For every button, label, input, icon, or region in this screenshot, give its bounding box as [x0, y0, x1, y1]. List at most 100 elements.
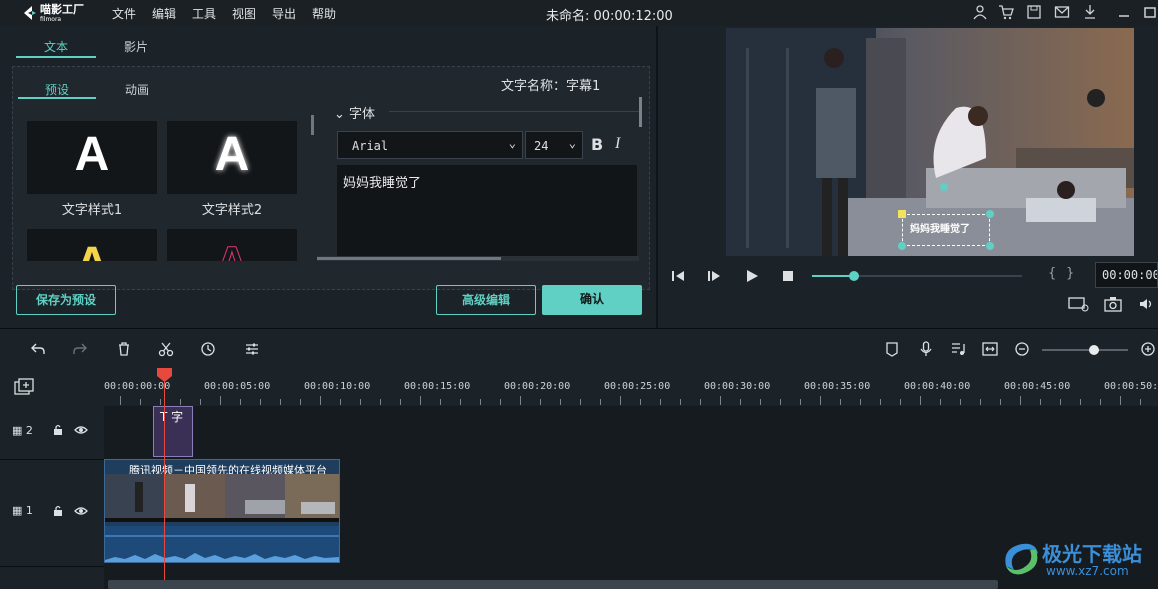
delete-icon[interactable]	[116, 341, 132, 357]
timeline-scrollbar[interactable]	[108, 580, 998, 589]
maximize-icon[interactable]	[1142, 4, 1158, 20]
text-style-label-1: 文字样式1	[61, 203, 123, 218]
zoom-out-icon[interactable]	[1014, 341, 1030, 357]
audio-waveform	[105, 526, 339, 562]
resize-handle[interactable]	[986, 210, 994, 218]
text-style-card-4[interactable]: A	[167, 229, 297, 261]
fit-timeline-icon[interactable]	[982, 341, 998, 357]
download-icon[interactable]	[1082, 4, 1098, 20]
prev-frame-icon[interactable]	[670, 268, 686, 284]
marker-icon[interactable]	[884, 341, 900, 357]
zoom-slider-track[interactable]	[1042, 349, 1128, 351]
subtab-preset[interactable]: 预设	[45, 81, 69, 98]
minimize-icon[interactable]	[1116, 4, 1132, 20]
film-icon: ▦	[12, 504, 23, 517]
user-icon[interactable]	[972, 4, 988, 20]
mark-out-button[interactable]: }	[1066, 266, 1074, 281]
text-style-card-3[interactable]: A	[27, 229, 157, 261]
text-content-input[interactable]: 妈妈我睡觉了	[337, 165, 637, 257]
playhead-line[interactable]	[164, 368, 165, 580]
lock-icon[interactable]	[52, 424, 64, 436]
ruler-tick	[1100, 399, 1101, 405]
menu-export[interactable]: 导出	[272, 5, 296, 22]
stop-icon[interactable]	[780, 268, 796, 284]
bold-button[interactable]: B	[591, 135, 603, 154]
menu-file[interactable]: 文件	[112, 5, 136, 22]
ruler-tick	[460, 399, 461, 405]
ruler-tick	[120, 396, 121, 405]
menu-tools[interactable]: 工具	[192, 5, 216, 22]
microphone-icon[interactable]	[918, 341, 934, 357]
lock-icon[interactable]	[52, 505, 64, 517]
waveform-graphic	[105, 553, 339, 562]
ruler-tick	[820, 396, 821, 405]
resize-handle[interactable]	[898, 210, 906, 218]
eye-icon[interactable]	[74, 505, 88, 517]
volume-icon[interactable]	[1138, 296, 1156, 312]
text-style-card-1[interactable]: A	[27, 121, 157, 194]
video-clip[interactable]: 腾讯视频－中国领先的在线视频媒体平台	[104, 459, 340, 563]
snapshot-icon[interactable]	[1104, 296, 1122, 312]
font-size-select[interactable]: 24 ⌄	[525, 131, 583, 159]
text-style-label-2: 文字样式2	[201, 203, 263, 218]
ruler-tick	[1080, 399, 1081, 405]
resize-handle[interactable]	[986, 242, 994, 250]
tab-movie[interactable]: 影片	[124, 38, 148, 55]
ruler-tick	[880, 399, 881, 405]
confirm-button[interactable]: 确认	[542, 285, 642, 315]
ruler-tick	[140, 399, 141, 405]
next-frame-icon[interactable]	[706, 268, 722, 284]
ruler-tick-label: 00:00:20:00	[504, 381, 571, 392]
rotate-handle[interactable]	[940, 183, 948, 191]
track-number: 1	[25, 504, 33, 517]
playhead-handle[interactable]	[157, 368, 172, 382]
play-icon[interactable]	[744, 268, 760, 284]
ruler-tick	[700, 399, 701, 405]
subtab-animation[interactable]: 动画	[125, 81, 149, 98]
ruler-tick-label: 00:00:35:00	[804, 381, 871, 392]
zoom-slider-knob[interactable]	[1088, 345, 1099, 355]
ruler-tick	[500, 399, 501, 405]
styles-scrollbar[interactable]	[311, 115, 314, 135]
h-scrollbar[interactable]	[317, 257, 501, 260]
settings-scrollbar[interactable]	[639, 97, 642, 127]
timecode-display[interactable]: 00:00:00	[1095, 262, 1158, 288]
scissors-icon[interactable]	[158, 341, 174, 357]
ruler-tick	[520, 396, 521, 405]
italic-button[interactable]: I	[615, 135, 620, 153]
display-settings-icon[interactable]	[1068, 296, 1090, 312]
save-icon[interactable]	[1026, 4, 1042, 20]
mail-icon[interactable]	[1054, 4, 1070, 20]
clock-icon[interactable]	[200, 341, 216, 357]
video-preview[interactable]: 妈妈我睡觉了	[726, 28, 1134, 256]
font-section-header[interactable]: ⌄ 字体	[334, 103, 375, 122]
ruler-tick	[540, 399, 541, 405]
menu-help[interactable]: 帮助	[312, 5, 336, 22]
project-title: 未命名: 00:00:12:00	[546, 9, 673, 24]
redo-icon[interactable]	[72, 341, 88, 357]
audio-mixer-icon[interactable]	[950, 341, 966, 357]
advanced-edit-button[interactable]: 高级编辑	[436, 285, 536, 315]
menu-edit[interactable]: 编辑	[152, 5, 176, 22]
text-clip[interactable]: T 字	[153, 406, 193, 457]
font-family-select[interactable]: Arial ⌄	[337, 131, 523, 159]
ruler-tick	[780, 399, 781, 405]
ruler-tick	[840, 399, 841, 405]
ruler-tick	[620, 396, 621, 405]
subtitle-overlay[interactable]: 妈妈我睡觉了	[910, 220, 970, 235]
cart-icon[interactable]	[998, 4, 1014, 20]
resize-handle[interactable]	[898, 242, 906, 250]
undo-icon[interactable]	[30, 341, 46, 357]
save-preset-button[interactable]: 保存为预设	[16, 285, 116, 315]
tab-text[interactable]: 文本	[44, 38, 68, 55]
text-style-card-2[interactable]: A	[167, 121, 297, 194]
playback-knob[interactable]	[849, 271, 859, 281]
mark-in-button[interactable]: {	[1048, 266, 1056, 281]
ruler-tick	[280, 399, 281, 405]
zoom-in-icon[interactable]	[1140, 341, 1156, 357]
timeline-ruler[interactable]: 00:00:00:00 00:00:05:00 00:00:10:00 00:00:1…	[0, 368, 1158, 406]
adjust-icon[interactable]	[244, 341, 260, 357]
ruler-tick	[260, 399, 261, 405]
eye-icon[interactable]	[74, 424, 88, 436]
menu-view[interactable]: 视图	[232, 5, 256, 22]
